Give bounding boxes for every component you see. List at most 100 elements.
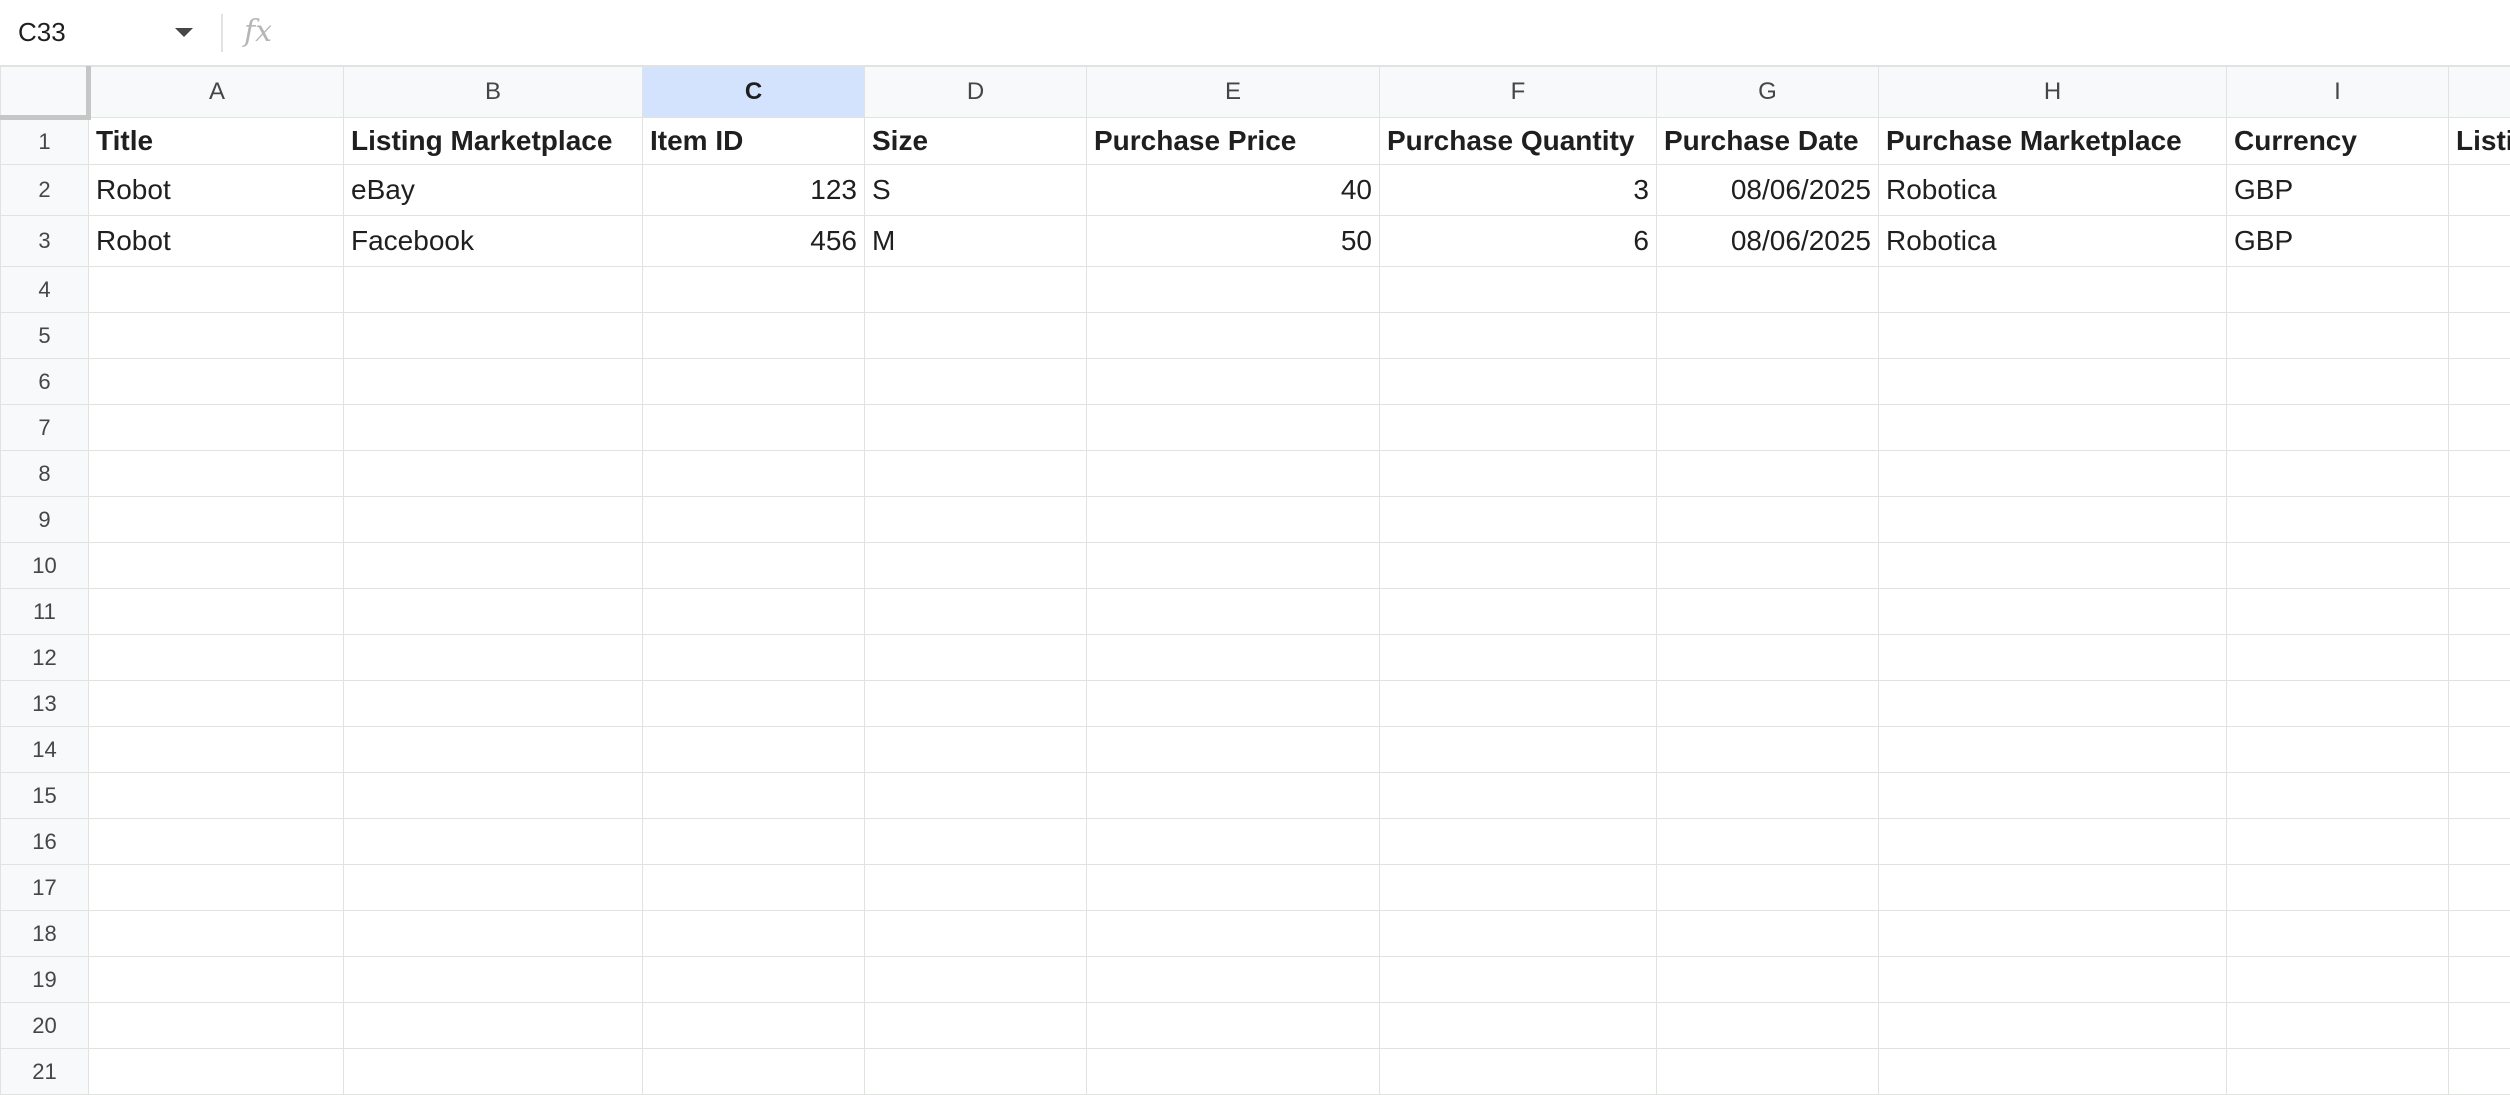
empty-cell[interactable]: [1879, 1049, 2227, 1095]
header-cell-size[interactable]: Size: [865, 118, 1087, 165]
name-box[interactable]: C33: [0, 8, 210, 56]
empty-cell[interactable]: [1087, 911, 1380, 957]
row-header[interactable]: 11: [1, 589, 89, 635]
empty-cell[interactable]: [2227, 865, 2449, 911]
empty-cell[interactable]: [2449, 727, 2510, 773]
empty-cell[interactable]: [1879, 635, 2227, 681]
empty-cell[interactable]: [89, 819, 344, 865]
empty-cell[interactable]: [2449, 405, 2510, 451]
header-cell-currency[interactable]: Currency: [2227, 118, 2449, 165]
empty-cell[interactable]: [1657, 543, 1879, 589]
empty-cell[interactable]: [344, 681, 643, 727]
empty-cell[interactable]: [865, 773, 1087, 819]
header-cell-listing-truncated[interactable]: Listi: [2449, 118, 2510, 165]
empty-cell[interactable]: [2227, 451, 2449, 497]
cell-currency[interactable]: GBP: [2227, 216, 2449, 267]
empty-cell[interactable]: [89, 543, 344, 589]
empty-cell[interactable]: [1657, 589, 1879, 635]
empty-cell[interactable]: [1380, 911, 1657, 957]
empty-cell[interactable]: [344, 313, 643, 359]
empty-cell[interactable]: [89, 267, 344, 313]
header-cell-item-id[interactable]: Item ID: [643, 118, 865, 165]
cell-title[interactable]: Robot: [89, 216, 344, 267]
empty-cell[interactable]: [1380, 497, 1657, 543]
empty-cell[interactable]: [1879, 451, 2227, 497]
empty-cell[interactable]: [1657, 267, 1879, 313]
row-header[interactable]: 21: [1, 1049, 89, 1095]
cell-item-id[interactable]: 456: [643, 216, 865, 267]
empty-cell[interactable]: [2449, 819, 2510, 865]
empty-cell[interactable]: [344, 451, 643, 497]
empty-cell[interactable]: [865, 267, 1087, 313]
empty-cell[interactable]: [2227, 681, 2449, 727]
empty-cell[interactable]: [89, 405, 344, 451]
cell-title[interactable]: Robot: [89, 165, 344, 216]
empty-cell[interactable]: [2227, 957, 2449, 1003]
cell-purchase-quantity[interactable]: 6: [1380, 216, 1657, 267]
empty-cell[interactable]: [2227, 819, 2449, 865]
row-header[interactable]: 16: [1, 819, 89, 865]
empty-cell[interactable]: [1380, 635, 1657, 681]
empty-cell[interactable]: [1087, 543, 1380, 589]
row-header[interactable]: 15: [1, 773, 89, 819]
empty-cell[interactable]: [643, 819, 865, 865]
column-header-d[interactable]: D: [865, 67, 1087, 118]
empty-cell[interactable]: [1879, 819, 2227, 865]
empty-cell[interactable]: [643, 359, 865, 405]
row-header[interactable]: 6: [1, 359, 89, 405]
empty-cell[interactable]: [2449, 359, 2510, 405]
empty-cell[interactable]: [865, 681, 1087, 727]
empty-cell[interactable]: [1879, 543, 2227, 589]
empty-cell[interactable]: [89, 1049, 344, 1095]
empty-cell[interactable]: [1087, 773, 1380, 819]
empty-cell[interactable]: [643, 681, 865, 727]
row-header[interactable]: 20: [1, 1003, 89, 1049]
empty-cell[interactable]: [865, 543, 1087, 589]
empty-cell[interactable]: [865, 727, 1087, 773]
empty-cell[interactable]: [89, 865, 344, 911]
empty-cell[interactable]: [1657, 911, 1879, 957]
column-header-b[interactable]: B: [344, 67, 643, 118]
empty-cell[interactable]: [89, 359, 344, 405]
row-header[interactable]: 2: [1, 165, 89, 216]
empty-cell[interactable]: [1087, 1049, 1380, 1095]
empty-cell[interactable]: [1380, 451, 1657, 497]
empty-cell[interactable]: [865, 359, 1087, 405]
formula-input[interactable]: [300, 10, 2490, 54]
cell-purchase-marketplace[interactable]: Robotica: [1879, 165, 2227, 216]
empty-cell[interactable]: [344, 359, 643, 405]
empty-cell[interactable]: [643, 727, 865, 773]
header-cell-purchase-date[interactable]: Purchase Date: [1657, 118, 1879, 165]
empty-cell[interactable]: [344, 957, 643, 1003]
empty-cell[interactable]: [2449, 865, 2510, 911]
empty-cell[interactable]: [1087, 727, 1380, 773]
empty-cell[interactable]: [2227, 405, 2449, 451]
empty-cell[interactable]: [1087, 865, 1380, 911]
empty-cell[interactable]: [1380, 543, 1657, 589]
row-header[interactable]: 17: [1, 865, 89, 911]
empty-cell[interactable]: [865, 865, 1087, 911]
empty-cell[interactable]: [1087, 497, 1380, 543]
empty-cell[interactable]: [1087, 267, 1380, 313]
empty-cell[interactable]: [2227, 497, 2449, 543]
empty-cell[interactable]: [1879, 313, 2227, 359]
empty-cell[interactable]: [2227, 1003, 2449, 1049]
empty-cell[interactable]: [1380, 773, 1657, 819]
empty-cell[interactable]: [1879, 497, 2227, 543]
empty-cell[interactable]: [2227, 543, 2449, 589]
empty-cell[interactable]: [643, 635, 865, 681]
empty-cell[interactable]: [1879, 681, 2227, 727]
empty-cell[interactable]: [643, 1003, 865, 1049]
empty-cell[interactable]: [1879, 727, 2227, 773]
empty-cell[interactable]: [89, 497, 344, 543]
empty-cell[interactable]: [865, 1049, 1087, 1095]
row-header[interactable]: 7: [1, 405, 89, 451]
cell-reference[interactable]: C33: [18, 8, 66, 56]
cell-listing-marketplace[interactable]: Facebook: [344, 216, 643, 267]
empty-cell[interactable]: [1879, 405, 2227, 451]
cell-size[interactable]: S: [865, 165, 1087, 216]
empty-cell[interactable]: [2227, 267, 2449, 313]
cell-purchase-price[interactable]: 50: [1087, 216, 1380, 267]
empty-cell[interactable]: [643, 405, 865, 451]
empty-cell[interactable]: [2449, 1049, 2510, 1095]
